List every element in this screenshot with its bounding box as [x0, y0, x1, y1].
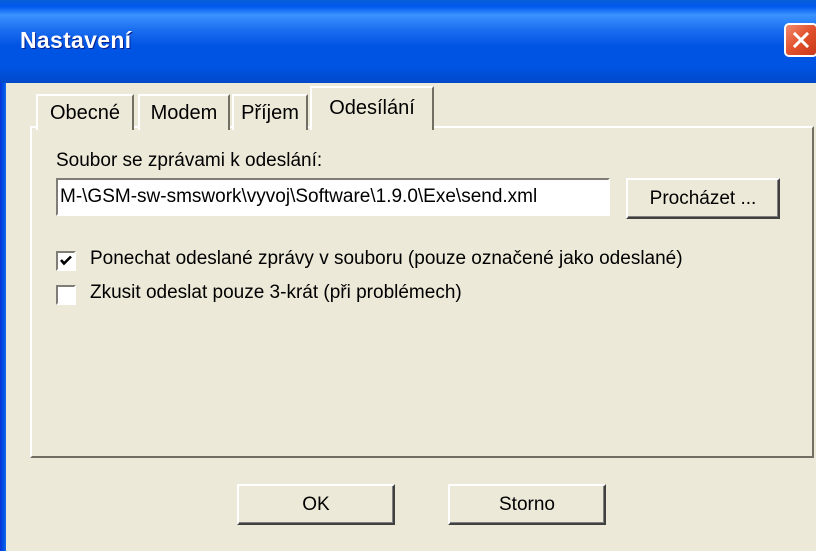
checkmark-icon — [60, 255, 72, 266]
window-frame — [0, 83, 6, 551]
window-title: Nastavení — [20, 27, 132, 53]
ok-button[interactable]: OK — [237, 484, 395, 525]
close-icon — [792, 31, 810, 49]
tab-obecne[interactable]: Obecné — [36, 94, 134, 130]
send-file-value: M-\GSM-sw-smswork\vyvoj\Software\1.9.0\E… — [60, 186, 538, 207]
retry-label: Zkusit odeslat pouze 3-krát (při problém… — [90, 282, 462, 303]
file-label: Soubor se zprávami k odeslání: — [56, 150, 323, 171]
keep-sent-label: Ponechat odeslané zprávy v souboru (pouz… — [90, 248, 683, 269]
tab-odesilani[interactable]: Odesílání — [310, 86, 434, 130]
keep-sent-checkbox[interactable] — [56, 251, 76, 271]
send-file-input[interactable]: M-\GSM-sw-smswork\vyvoj\Software\1.9.0\E… — [56, 178, 610, 216]
cancel-button[interactable]: Storno — [448, 484, 606, 525]
tab-modem[interactable]: Modem — [138, 94, 230, 130]
close-button[interactable] — [784, 23, 816, 57]
browse-button[interactable]: Procházet ... — [626, 178, 780, 219]
tab-prijem[interactable]: Příjem — [232, 94, 308, 130]
retry-checkbox[interactable] — [56, 285, 76, 305]
